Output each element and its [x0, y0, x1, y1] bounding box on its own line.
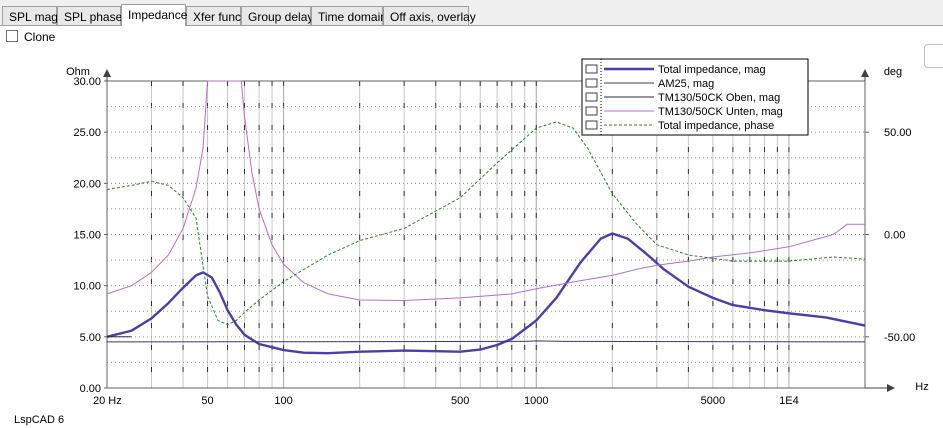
x-tick-label: 500 — [451, 395, 469, 407]
tab-spl-mag[interactable]: SPL mag — [2, 6, 58, 25]
y-tick-label: 10.00 — [73, 281, 101, 293]
chart-legend: Total impedance, mag AM25, mag TM130/50CK … — [581, 58, 809, 136]
tab-group-delay[interactable]: Group delay — [241, 6, 313, 25]
y-tick-label: 15.00 — [73, 230, 101, 242]
y-tick-label: 5.00 — [80, 332, 101, 344]
legend-label: Total impedance, phase — [658, 120, 774, 132]
tab-impedance[interactable]: Impedance — [121, 4, 187, 26]
series-line — [106, 340, 866, 343]
x-tick-label: 20 Hz — [93, 395, 122, 407]
y2-tick-label: -50.00 — [884, 332, 915, 344]
tab-xfer-func[interactable]: Xfer func — [186, 6, 241, 25]
legend-label: AM25, mag — [658, 78, 714, 90]
legend-checkbox[interactable] — [585, 106, 598, 116]
tab-time-domain[interactable]: Time domain — [311, 6, 387, 25]
legend-checkbox[interactable] — [585, 78, 598, 88]
y-tick-label: 0.00 — [80, 383, 101, 395]
tab-bar: SPL mag SPL phase Impedance Xfer func Gr… — [0, 4, 943, 26]
y-axis-label: Ohm — [66, 66, 90, 78]
y2-tick-label: 0.00 — [884, 230, 905, 242]
x-tick-label: 100 — [274, 395, 292, 407]
x-tick-label: 5000 — [701, 395, 725, 407]
legend-label: Total impedance, mag — [658, 64, 766, 76]
y2-axis-label: deg — [884, 66, 902, 78]
tab-off-axis-overlay[interactable]: Off axis, overlay — [383, 6, 476, 25]
series-line — [106, 232, 866, 355]
x-axis-label: Hz — [915, 381, 928, 393]
legend-checkbox[interactable] — [585, 64, 598, 74]
x-tick-label: 1E4 — [779, 395, 799, 407]
tab-spl-phase[interactable]: SPL phase — [57, 6, 122, 25]
y2-tick-label: 50.00 — [884, 127, 912, 139]
legend-checkbox[interactable] — [585, 120, 598, 130]
x-tick-label: 50 — [201, 395, 213, 407]
legend-label: TM130/50CK Unten, mag — [658, 106, 783, 118]
legend-label: TM130/50CK Oben, mag — [658, 92, 780, 104]
legend-checkbox[interactable] — [585, 92, 598, 102]
y-tick-label: 25.00 — [73, 127, 101, 139]
y-tick-label: 20.00 — [73, 178, 101, 190]
x-axis-arrow-icon — [887, 384, 895, 392]
app-name: LspCAD 6 — [14, 414, 65, 426]
x-tick-label: 1000 — [524, 395, 548, 407]
impedance-chart: 30.0025.0020.0015.0010.005.000.0050.000.… — [66, 58, 929, 407]
